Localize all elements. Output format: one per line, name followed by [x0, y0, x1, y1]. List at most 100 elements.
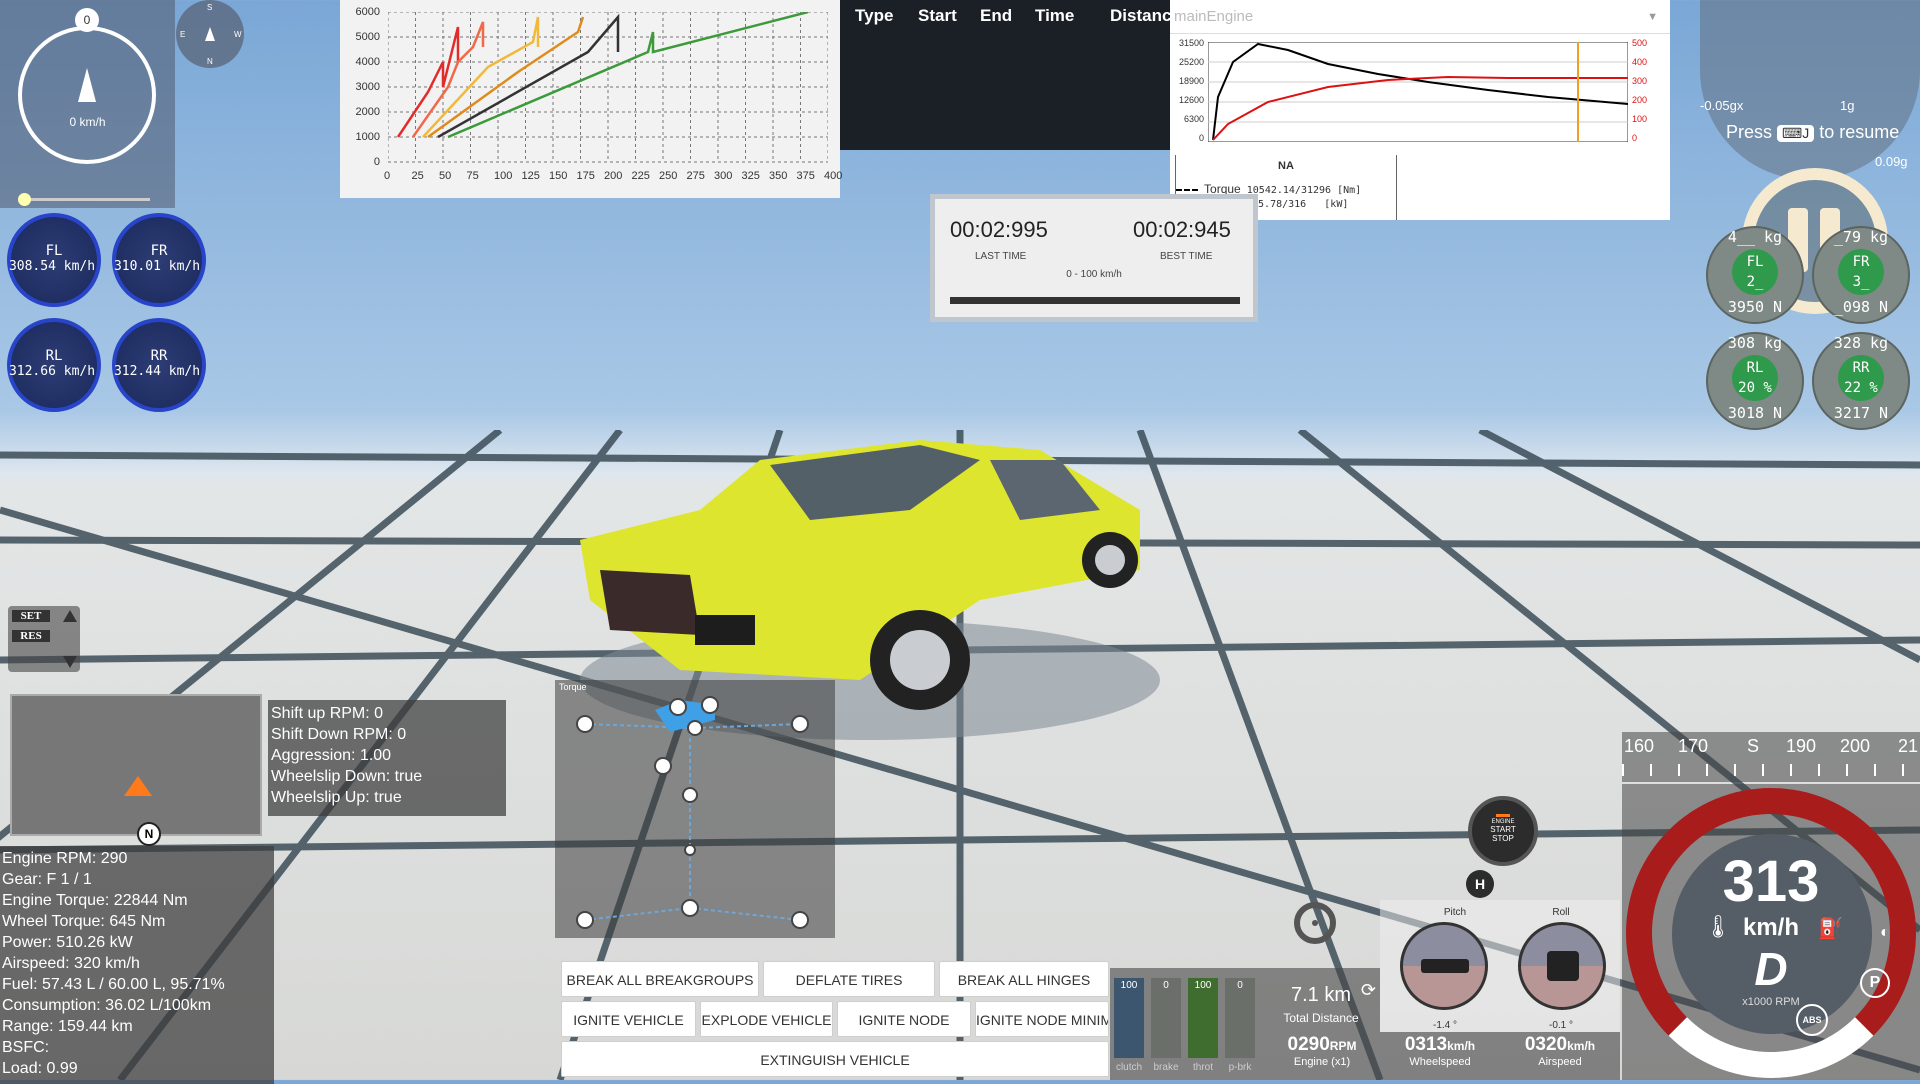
compass-n: N — [207, 57, 213, 66]
best-time: 00:02:945 — [1133, 217, 1231, 242]
rpm-y-tick: 0 — [373, 156, 380, 168]
tire-gauge-rl: 308 kg RL 20 % 3018 N — [1706, 332, 1804, 430]
extinguish-vehicle-button[interactable]: EXTINGUISH VEHICLE — [561, 1041, 1109, 1077]
engine-y-right-tick: 300 — [1632, 76, 1648, 86]
rpm-y-tick: 1000 — [355, 131, 380, 143]
timer-range: 0 - 100 km/h — [1066, 269, 1122, 280]
torque-line-icon — [1176, 189, 1198, 191]
headlight-icon: ◐ — [1880, 924, 1890, 941]
rpm-x-tick: 225 — [631, 170, 650, 182]
speed-slider-handle[interactable] — [18, 193, 31, 206]
cruise-res-button[interactable]: RES — [12, 630, 50, 642]
heading-tick: 190 — [1786, 736, 1817, 756]
pedal-throt: 100 — [1188, 978, 1218, 1058]
compass-e: E — [180, 30, 186, 39]
wheel-dial-rl: RL 312.66 km/h — [7, 318, 101, 412]
explode-vehicle-button[interactable]: EXPLODE VEHICLE — [700, 1001, 833, 1037]
rpm-x-tick: 100 — [494, 170, 513, 182]
g-neg: -0.05gx — [1700, 98, 1744, 113]
handbrake-icon[interactable]: H — [1466, 870, 1494, 898]
break-all-hinges-button[interactable]: BREAK ALL HINGES — [939, 961, 1109, 997]
readout-engine: 0290RPM Engine (x1) — [1287, 1034, 1357, 1068]
last-time: 00:02:995 — [950, 217, 1048, 242]
power-unit: [kW] — [1324, 199, 1349, 210]
minimap[interactable] — [10, 694, 262, 836]
heading-badge: 0 — [75, 8, 99, 32]
pedal-value: 0 — [1237, 980, 1243, 991]
engine-y-right-tick: 500 — [1632, 38, 1648, 48]
reset-trip-icon[interactable]: ⟳ — [1361, 980, 1376, 1001]
wheel-dial-fr: FR 310.01 km/h — [112, 213, 206, 307]
rpm-y-tick: 6000 — [355, 6, 380, 18]
resume-hint: Press ⌨J to resume — [1726, 122, 1899, 143]
rpm-y-tick: 5000 — [355, 31, 380, 43]
parking-brake-icon: P — [1860, 968, 1890, 998]
engine-y-right-tick: 400 — [1632, 57, 1648, 67]
trip-label: Total Distance — [1283, 1011, 1359, 1025]
g-force-meter — [1700, 0, 1920, 180]
pedal-label: clutch — [1115, 1062, 1143, 1073]
engine-y-right-tick: 200 — [1632, 95, 1648, 105]
last-time-label: LAST TIME — [975, 251, 1027, 262]
ignite-node-button[interactable]: IGNITE NODE — [837, 1001, 971, 1037]
player-arrow-icon — [124, 776, 152, 796]
pedal-label: p-brk — [1228, 1062, 1252, 1073]
cruise-down-icon[interactable] — [63, 656, 77, 668]
engine-select-value: mainEngine — [1174, 8, 1254, 25]
speed-slider[interactable] — [20, 198, 150, 201]
pedal-brake: 0 — [1151, 978, 1181, 1058]
gearbox-line: Wheelslip Up: true — [271, 789, 402, 806]
gearbox-line: Shift Down RPM: 0 — [271, 726, 407, 743]
rpm-x-tick: 200 — [604, 170, 623, 182]
direction-arrow-icon — [78, 68, 96, 102]
ignite-node-minimal-button[interactable]: IGNITE NODE MINIM — [975, 1001, 1109, 1037]
engine-y-left-tick: 25200 — [1178, 57, 1204, 67]
rpm-x-tick: 250 — [659, 170, 678, 182]
rpm-x-tick: 375 — [796, 170, 815, 182]
engine-line: Airspeed: 320 km/h — [2, 955, 140, 972]
tire-gauge-rr: 328 kg RR 22 % 3217 N — [1812, 332, 1910, 430]
turn-right-icon: ⇨ — [1810, 1038, 1829, 1063]
ignite-vehicle-button[interactable]: IGNITE VEHICLE — [561, 1001, 696, 1037]
wheel-dial-rr: RR 312.44 km/h — [112, 318, 206, 412]
cruise-up-icon[interactable] — [63, 610, 77, 622]
resume-text: to resume — [1819, 122, 1900, 142]
turn-left-icon: ⇦ — [1778, 1046, 1797, 1071]
gearbox-line: Wheelslip Down: true — [271, 768, 423, 785]
rpm-x-tick: 50 — [439, 170, 452, 182]
temperature-icon: 🌡 — [1704, 914, 1732, 939]
roll-label: Roll — [1552, 907, 1570, 918]
truck-rear-icon — [1547, 951, 1579, 981]
engine-line: Range: 159.44 km — [2, 1018, 133, 1035]
g-one: 1g — [1840, 98, 1855, 113]
gauge-unit: km/h — [1742, 914, 1799, 941]
roll-indicator — [1518, 922, 1606, 1010]
engine-y-left-tick: 12600 — [1178, 95, 1204, 105]
torque-tree-diagram — [576, 696, 809, 929]
gearbox-line: Aggression: 1.00 — [271, 747, 392, 764]
compass-mini: S E W N — [176, 0, 244, 68]
engine-line: BSFC: — [2, 1039, 50, 1056]
engine-y-left-tick: 0 — [1198, 133, 1204, 143]
timer-progress-bar — [950, 297, 1240, 304]
heading-tick: 200 — [1840, 736, 1871, 756]
heading-tick: 21 — [1898, 736, 1919, 756]
engine-select[interactable]: mainEngine ▼ — [1170, 0, 1670, 34]
pedal-value: 100 — [1120, 980, 1138, 991]
deflate-tires-button[interactable]: DEFLATE TIRES — [763, 961, 935, 997]
engine-plot — [1208, 42, 1628, 142]
race-results-table: Type Start End Time Distance — [840, 0, 1181, 150]
engine-start-stop-button[interactable]: ENGINE START STOP — [1468, 796, 1538, 866]
compass-s: S — [207, 3, 213, 12]
torque-value: 10542.14/31296 — [1246, 185, 1332, 196]
rpm-x-tick: 175 — [576, 170, 595, 182]
cruise-set-button[interactable]: SET — [12, 610, 50, 622]
engine-y-left-tick: 18900 — [1178, 76, 1204, 86]
rpm-plot — [388, 12, 828, 163]
pedal-label: throt — [1192, 1062, 1213, 1073]
gearbox-line: Shift up RPM: 0 — [271, 705, 384, 722]
break-all-breakgroups-button[interactable]: BREAK ALL BREAKGROUPS — [561, 961, 759, 997]
engine-line: Engine Torque: 22844 Nm — [2, 892, 188, 909]
rpm-vs-speed-chart: 6000 5000 4000 3000 2000 1000 0 0 25 50 75 100 125 15… — [340, 0, 842, 198]
torque-tree-panel: Torque — [555, 680, 835, 938]
